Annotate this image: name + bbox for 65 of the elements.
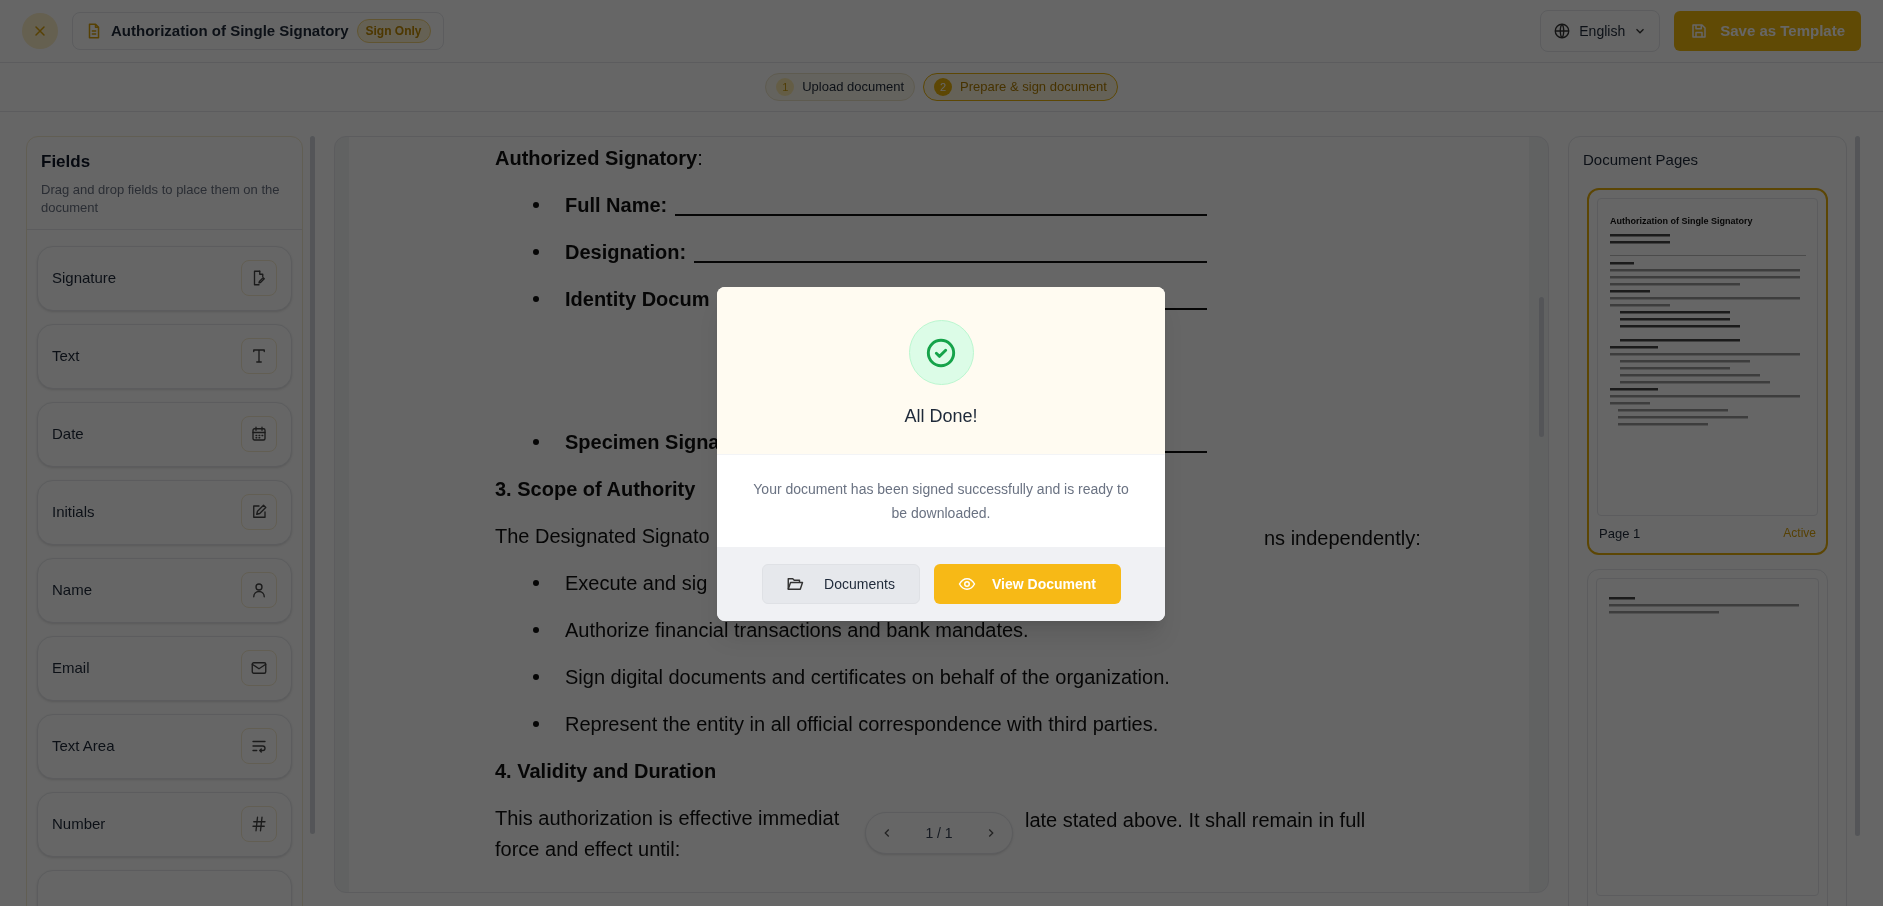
section-label: Authorized Signatory:	[495, 145, 703, 171]
field-label: Identity Docum	[565, 286, 710, 312]
field-item[interactable]: Text	[37, 323, 292, 389]
section-heading: 3. Scope of Authority	[495, 476, 696, 502]
field-item[interactable]: Name	[37, 557, 292, 623]
panel-title: Document Pages	[1583, 150, 1700, 170]
save-icon	[1690, 22, 1709, 40]
paragraph-text: force and effect until:	[495, 836, 681, 862]
field-label: Full Name:	[565, 192, 668, 218]
view-document-button[interactable]: View Document	[933, 564, 1121, 604]
step-number: 1	[776, 78, 795, 96]
hash-icon	[241, 806, 277, 842]
user-icon	[241, 572, 277, 608]
globe-icon	[1553, 22, 1572, 40]
paragraph-text: late stated above. It shall remain in full	[1025, 808, 1366, 833]
bullet-icon	[533, 673, 539, 680]
close-button[interactable]	[22, 13, 58, 49]
status-badge: Sign Only	[356, 19, 431, 43]
bullet-icon	[533, 201, 539, 208]
dialog-title: All Done!	[904, 405, 978, 428]
language-dropdown[interactable]: English	[1540, 10, 1661, 52]
step-tab[interactable]: 2 Prepare & sign document	[923, 73, 1118, 101]
eye-icon	[958, 575, 976, 593]
panel-description: Drag and drop fields to place them on the document	[41, 180, 281, 217]
bullet-icon	[533, 438, 539, 445]
text-icon	[241, 338, 277, 374]
field-item[interactable]: Number	[37, 791, 292, 857]
page-thumbnail[interactable]: Authorization of Single Signatory Page 1 Active	[1587, 187, 1828, 555]
bullet-icon	[533, 248, 539, 255]
section-heading: 4. Validity and Duration	[495, 758, 717, 784]
close-icon	[32, 23, 48, 39]
bullet-icon	[533, 295, 539, 302]
field-item[interactable]: Date	[37, 401, 292, 467]
field-label: Specimen Signa	[565, 429, 720, 455]
step-tab[interactable]: 1 Upload document	[765, 73, 916, 101]
field-label: Designation:	[565, 239, 687, 265]
page-counter: 1 / 1	[925, 823, 953, 843]
list-item-text: Authorize financial transactions and bank mandates.	[565, 617, 1029, 643]
bullet-icon	[533, 579, 539, 586]
dialog-message: Your document has been signed successfully and is ready to be downloaded.	[752, 480, 1130, 523]
step-number: 2	[934, 78, 953, 96]
documents-button[interactable]: Documents	[761, 564, 920, 604]
list-item-text: Execute and sig	[565, 570, 708, 596]
document-title: Authorization of Single Signatory	[111, 20, 349, 41]
field-item[interactable]: Initials	[37, 479, 292, 545]
field-item[interactable]: Email	[37, 635, 292, 701]
pen-square-icon	[241, 494, 277, 530]
field-item[interactable]: Text Area	[37, 713, 292, 779]
field-item[interactable]: Signature	[37, 245, 292, 311]
wrap-text-icon	[241, 728, 277, 764]
page-label: Page 1	[1599, 524, 1641, 543]
paragraph-text: This authorization is effective immediat	[495, 805, 840, 831]
file-pen-icon	[241, 260, 277, 296]
list-item-text: Represent the entity in all official correspondence with third parties.	[565, 711, 1159, 737]
folder-icon	[786, 575, 805, 593]
bullet-icon	[533, 720, 539, 727]
paragraph-text: ns independently:	[1264, 526, 1421, 551]
calendar-icon	[241, 416, 277, 452]
mail-icon	[241, 650, 277, 686]
thumbnail-title: Authorization of Single Signatory	[1610, 214, 1754, 228]
bullet-icon	[533, 626, 539, 633]
list-item-text: Sign digital documents and certificates on behalf of the organization.	[565, 664, 1170, 690]
paragraph-text: The Designated Signato	[495, 523, 710, 549]
panel-title: Fields	[41, 151, 92, 173]
active-label: Active	[1783, 525, 1816, 543]
